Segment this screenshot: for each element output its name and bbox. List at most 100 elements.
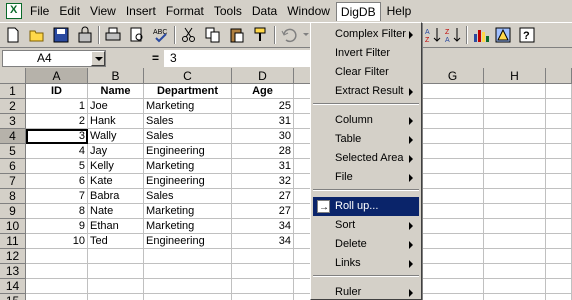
table-cell[interactable]: 7 xyxy=(26,189,88,204)
menu-item-delete[interactable]: Delete xyxy=(313,235,419,254)
empty-cell[interactable] xyxy=(88,249,144,264)
table-cell[interactable]: 4 xyxy=(26,144,88,159)
table-cell[interactable]: 25 xyxy=(232,99,294,114)
row-header[interactable]: 6 xyxy=(0,159,26,174)
empty-cell[interactable] xyxy=(546,264,572,279)
table-cell[interactable]: Ethan xyxy=(88,219,144,234)
empty-cell[interactable] xyxy=(484,144,546,159)
empty-cell[interactable] xyxy=(26,249,88,264)
column-header-i[interactable] xyxy=(546,68,572,84)
menu-insert[interactable]: Insert xyxy=(122,2,160,20)
print-preview-icon[interactable] xyxy=(128,26,146,44)
menu-tools[interactable]: Tools xyxy=(210,2,246,20)
menu-window[interactable]: Window xyxy=(283,2,334,20)
empty-cell[interactable] xyxy=(422,234,484,249)
empty-cell[interactable] xyxy=(484,84,546,99)
menu-item-invert-filter[interactable]: Invert Filter xyxy=(313,44,419,63)
table-cell[interactable]: Jay xyxy=(88,144,144,159)
header-cell[interactable]: ID xyxy=(26,84,88,99)
column-header-d[interactable]: D xyxy=(232,68,294,84)
table-cell[interactable]: 8 xyxy=(26,204,88,219)
table-cell[interactable]: 27 xyxy=(232,189,294,204)
menu-item-extract-result[interactable]: Extract Result xyxy=(313,82,419,101)
help-icon[interactable]: ? xyxy=(518,26,536,44)
empty-cell[interactable] xyxy=(546,144,572,159)
empty-cell[interactable] xyxy=(422,294,484,300)
header-cell[interactable]: Name xyxy=(88,84,144,99)
menu-item-table[interactable]: Table xyxy=(313,130,419,149)
empty-cell[interactable] xyxy=(484,114,546,129)
empty-cell[interactable] xyxy=(546,249,572,264)
empty-cell[interactable] xyxy=(88,279,144,294)
row-header[interactable]: 1 xyxy=(0,84,26,99)
empty-cell[interactable] xyxy=(484,204,546,219)
empty-cell[interactable] xyxy=(144,279,232,294)
table-cell[interactable]: 28 xyxy=(232,144,294,159)
table-cell[interactable]: 6 xyxy=(26,174,88,189)
table-cell[interactable]: Nate xyxy=(88,204,144,219)
column-header-b[interactable]: B xyxy=(88,68,144,84)
table-cell[interactable]: 1 xyxy=(26,99,88,114)
empty-cell[interactable] xyxy=(546,129,572,144)
empty-cell[interactable] xyxy=(546,114,572,129)
empty-cell[interactable] xyxy=(546,204,572,219)
menu-item-selected-area[interactable]: Selected Area xyxy=(313,149,419,168)
open-icon[interactable] xyxy=(28,26,46,44)
table-cell[interactable]: Marketing xyxy=(144,159,232,174)
empty-cell[interactable] xyxy=(422,249,484,264)
empty-cell[interactable] xyxy=(144,249,232,264)
permission-icon[interactable] xyxy=(76,26,94,44)
empty-cell[interactable] xyxy=(484,159,546,174)
table-cell[interactable]: Engineering xyxy=(144,174,232,189)
menu-item-file[interactable]: File xyxy=(313,168,419,187)
row-header[interactable]: 11 xyxy=(0,234,26,249)
sort-ascending-icon[interactable]: AZ xyxy=(424,26,442,44)
row-header[interactable]: 2 xyxy=(0,99,26,114)
menu-item-sort[interactable]: Sort xyxy=(313,216,419,235)
table-cell[interactable]: Ted xyxy=(88,234,144,249)
spelling-icon[interactable]: ABC xyxy=(152,26,170,44)
table-cell[interactable]: Wally xyxy=(88,129,144,144)
empty-cell[interactable] xyxy=(144,294,232,300)
table-cell[interactable]: Kate xyxy=(88,174,144,189)
header-cell[interactable]: Department xyxy=(144,84,232,99)
menu-item-column[interactable]: Column xyxy=(313,111,419,130)
active-cell[interactable]: 3 xyxy=(26,129,88,144)
excel-icon[interactable] xyxy=(6,3,22,19)
paste-icon[interactable] xyxy=(228,26,246,44)
empty-cell[interactable] xyxy=(422,114,484,129)
table-cell[interactable]: Engineering xyxy=(144,144,232,159)
row-header[interactable]: 14 xyxy=(0,279,26,294)
empty-cell[interactable] xyxy=(546,279,572,294)
row-header[interactable]: 12 xyxy=(0,249,26,264)
empty-cell[interactable] xyxy=(484,174,546,189)
empty-cell[interactable] xyxy=(546,174,572,189)
empty-cell[interactable] xyxy=(484,264,546,279)
empty-cell[interactable] xyxy=(546,84,572,99)
empty-cell[interactable] xyxy=(422,84,484,99)
empty-cell[interactable] xyxy=(484,249,546,264)
empty-cell[interactable] xyxy=(232,294,294,300)
menu-item-roll-up[interactable]: Roll up... xyxy=(313,197,419,217)
empty-cell[interactable] xyxy=(422,189,484,204)
table-cell[interactable]: Kelly xyxy=(88,159,144,174)
empty-cell[interactable] xyxy=(484,279,546,294)
save-icon[interactable] xyxy=(52,26,70,44)
row-header[interactable]: 3 xyxy=(0,114,26,129)
row-header[interactable]: 10 xyxy=(0,219,26,234)
table-cell[interactable]: 31 xyxy=(232,114,294,129)
column-header-c[interactable]: C xyxy=(144,68,232,84)
column-header-h[interactable]: H xyxy=(484,68,546,84)
sort-descending-icon[interactable]: ZA xyxy=(444,26,462,44)
table-cell[interactable]: 30 xyxy=(232,129,294,144)
menu-file[interactable]: File xyxy=(26,2,53,20)
formula-input[interactable]: 3 xyxy=(164,50,314,67)
empty-cell[interactable] xyxy=(484,129,546,144)
name-box-dropdown-icon[interactable] xyxy=(91,51,105,66)
row-header[interactable]: 7 xyxy=(0,174,26,189)
table-cell[interactable]: Hank xyxy=(88,114,144,129)
table-cell[interactable]: Marketing xyxy=(144,204,232,219)
menu-item-clear-filter[interactable]: Clear Filter xyxy=(313,63,419,82)
table-cell[interactable]: Babra xyxy=(88,189,144,204)
copy-icon[interactable] xyxy=(204,26,222,44)
